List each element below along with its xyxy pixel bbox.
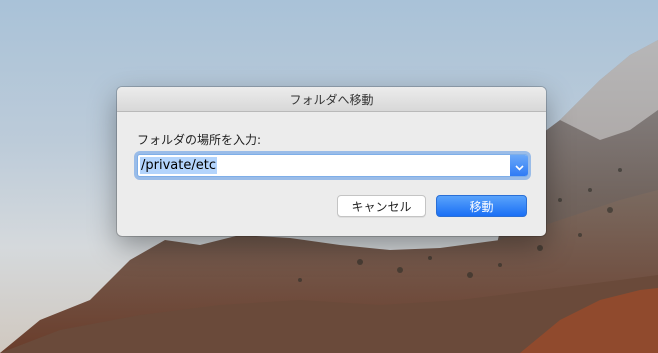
cancel-button[interactable]: キャンセル	[337, 195, 426, 217]
go-to-folder-dialog: フォルダへ移動 フォルダの場所を入力: /private/etc キャンセル 移…	[117, 87, 546, 236]
folder-path-value: /private/etc	[140, 157, 217, 174]
dialog-title: フォルダへ移動	[289, 92, 374, 107]
go-button[interactable]: 移動	[436, 195, 527, 217]
chevron-down-icon	[514, 156, 524, 175]
folder-location-label: フォルダの場所を入力:	[137, 133, 262, 147]
folder-path-combobox[interactable]: /private/etc	[137, 154, 528, 177]
dialog-titlebar: フォルダへ移動	[117, 87, 546, 112]
folder-path-input[interactable]: /private/etc	[138, 155, 510, 176]
combo-dropdown-button[interactable]	[510, 155, 528, 176]
